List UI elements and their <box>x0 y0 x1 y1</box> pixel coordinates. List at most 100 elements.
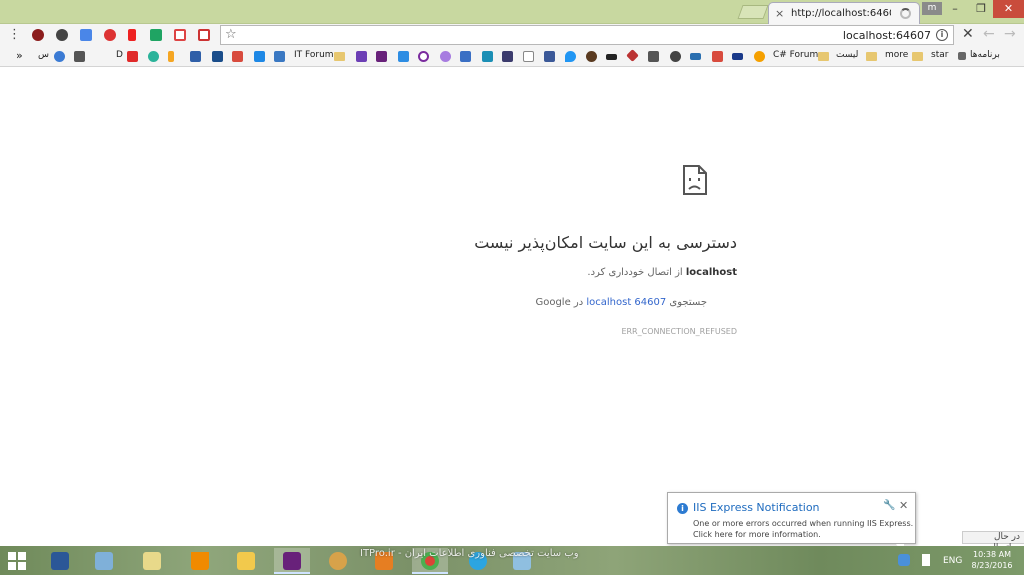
bookmark-d[interactable]: D <box>116 50 123 60</box>
vs-bookmark-icon[interactable] <box>376 51 387 62</box>
facebook-bookmark-icon[interactable] <box>544 51 555 62</box>
circle-bookmark-icon[interactable] <box>418 51 429 62</box>
new-tab-button[interactable] <box>737 5 769 19</box>
word-taskbar-icon[interactable] <box>42 548 78 574</box>
close-window-button[interactable]: ✕ <box>993 0 1024 18</box>
visual-studio-taskbar-icon[interactable] <box>274 548 310 574</box>
address-bar[interactable]: ☆ localhost:64607 i <box>220 25 954 45</box>
gmail-extension-icon[interactable] <box>174 29 186 41</box>
minimize-button[interactable]: – <box>942 0 968 18</box>
folder-icon <box>334 52 345 61</box>
mail-bookmark-icon[interactable] <box>502 51 513 62</box>
ota-bookmark-icon[interactable] <box>690 53 701 60</box>
bookmarks-bar: » س D IT Forum C# Forum لیست more star ب… <box>0 46 1024 67</box>
windows-bookmark-icon[interactable] <box>254 51 265 62</box>
bookmark-star-icon[interactable]: ☆ <box>225 27 237 42</box>
tab-close-icon[interactable]: × <box>775 7 784 20</box>
status-bubble: در حال اتصال... <box>962 531 1024 553</box>
watermark-text: وب سایت تخصصی فناوری اطلاعات ایران - ITP… <box>360 548 579 559</box>
clock[interactable]: 10:38 AM 8/23/2016 <box>970 549 1014 571</box>
paint-taskbar-icon[interactable] <box>320 548 356 574</box>
error-host: localhost <box>685 267 737 278</box>
folder-icon <box>912 52 923 61</box>
bookmark-csharp-forum[interactable]: C# Forum <box>773 50 818 60</box>
start-button[interactable] <box>8 552 26 570</box>
dark-bookmark-icon[interactable] <box>586 51 597 62</box>
adblock-extension-icon[interactable] <box>104 29 116 41</box>
menu-icon[interactable]: ⋮ <box>8 27 21 42</box>
monitor-bookmark-icon[interactable] <box>212 51 223 62</box>
title-bar: × http://localhost:64607/ ... m – ❐ ✕ <box>0 0 1024 24</box>
ooo-bookmark-icon[interactable] <box>606 54 617 60</box>
tab-title: http://localhost:64607/ ... <box>791 8 891 19</box>
tb-bookmark-icon[interactable] <box>482 51 493 62</box>
dropbox-bookmark-icon[interactable] <box>398 51 409 62</box>
iis-express-notification[interactable]: i IIS Express Notification 🔧 ✕ One or mo… <box>667 492 916 554</box>
diamond-bookmark-icon[interactable] <box>626 49 639 62</box>
error-title: دسترسی به این سایت امکان‌پذیر نیست <box>474 233 737 252</box>
bookmark-list[interactable]: لیست <box>836 50 858 60</box>
screenshot-bookmark-icon[interactable] <box>460 51 471 62</box>
puzzle-bookmark-icon[interactable] <box>648 51 659 62</box>
youtube-bookmark-icon[interactable] <box>127 51 138 62</box>
bookmarks-overflow-icon[interactable]: » <box>16 49 23 62</box>
browser-tab[interactable]: × http://localhost:64607/ ... <box>768 2 920 24</box>
app-taskbar-icon[interactable] <box>86 548 122 574</box>
grid-bookmark-icon[interactable] <box>274 51 285 62</box>
notification-line-1: One or more errors occurred when running… <box>693 519 914 528</box>
chat-bookmark-icon[interactable] <box>440 51 451 62</box>
back-arrow-icon[interactable]: ← <box>983 26 995 42</box>
forward-arrow-icon[interactable]: → <box>1004 26 1016 42</box>
va-bookmark-icon[interactable] <box>732 53 743 60</box>
visual-studio-bookmark-icon[interactable] <box>356 51 367 62</box>
heart-bookmark-icon[interactable] <box>148 51 159 62</box>
error-suggestion: جستجوی localhost 64607 در Google <box>535 297 707 308</box>
notes-taskbar-icon[interactable] <box>134 548 170 574</box>
dagger-bookmark-icon[interactable] <box>168 51 174 62</box>
stop-icon[interactable]: ✕ <box>962 26 974 42</box>
error-code: ERR_CONNECTION_REFUSED <box>621 327 737 336</box>
iis-tray-icon[interactable] <box>898 554 910 566</box>
error-desc-suffix: از اتصال خودداری کرد. <box>587 267 686 278</box>
close-icon[interactable]: ✕ <box>899 499 908 512</box>
profile-button[interactable]: m <box>922 2 942 15</box>
eye-bookmark-icon[interactable] <box>754 51 765 62</box>
settings-bookmark-icon[interactable] <box>670 51 681 62</box>
apps-grid-icon[interactable] <box>958 52 966 60</box>
radiation-extension-icon[interactable] <box>56 29 68 41</box>
wikipedia-bookmark-icon[interactable] <box>523 51 534 62</box>
site-bookmark-icon[interactable] <box>190 51 201 62</box>
url-text[interactable]: localhost:64607 <box>843 29 931 42</box>
toolbar: ⋮ ☆ localhost:64607 i ✕ ← → <box>0 24 1024 46</box>
bookmark-s[interactable]: س <box>38 50 49 60</box>
notification-body[interactable]: One or more errors occurred when running… <box>693 518 913 540</box>
tools-bookmark-icon[interactable] <box>232 51 243 62</box>
tools2-bookmark-icon[interactable] <box>712 51 723 62</box>
location-bookmark-icon[interactable] <box>565 51 576 62</box>
vlc-taskbar-icon[interactable] <box>182 548 218 574</box>
notification-title[interactable]: IIS Express Notification <box>693 501 820 514</box>
clock-time: 10:38 AM <box>973 550 1011 559</box>
bookmark-star[interactable]: star <box>931 50 948 60</box>
maximize-button[interactable]: ❐ <box>968 0 994 18</box>
drive-extension-icon[interactable] <box>150 29 162 41</box>
bookmark-it-forum[interactable]: IT Forum <box>294 50 334 60</box>
notification-line-2: Click here for more information. <box>693 530 821 539</box>
file-explorer-taskbar-icon[interactable] <box>228 548 264 574</box>
bookmark-more[interactable]: more <box>885 50 908 60</box>
search-link[interactable]: localhost 64607 <box>586 297 666 308</box>
error-description: localhost از اتصال خودداری کرد. <box>587 267 737 278</box>
gmail-checker-extension-icon[interactable] <box>198 29 210 41</box>
flag-extension-icon[interactable] <box>128 29 136 41</box>
translate-extension-icon[interactable] <box>80 29 92 41</box>
download-bookmark-icon[interactable] <box>74 51 85 62</box>
site-info-icon[interactable]: i <box>936 29 948 41</box>
chrome-bookmark-icon[interactable] <box>54 51 65 62</box>
wrench-icon[interactable]: 🔧 <box>883 500 895 511</box>
network-tray-icon[interactable] <box>922 554 930 566</box>
info-icon: i <box>677 503 688 514</box>
ublock-extension-icon[interactable] <box>32 29 44 41</box>
language-indicator[interactable]: ENG <box>943 556 962 566</box>
bookmark-apps[interactable]: برنامه‌ها <box>970 50 1000 60</box>
folder-icon <box>866 52 877 61</box>
